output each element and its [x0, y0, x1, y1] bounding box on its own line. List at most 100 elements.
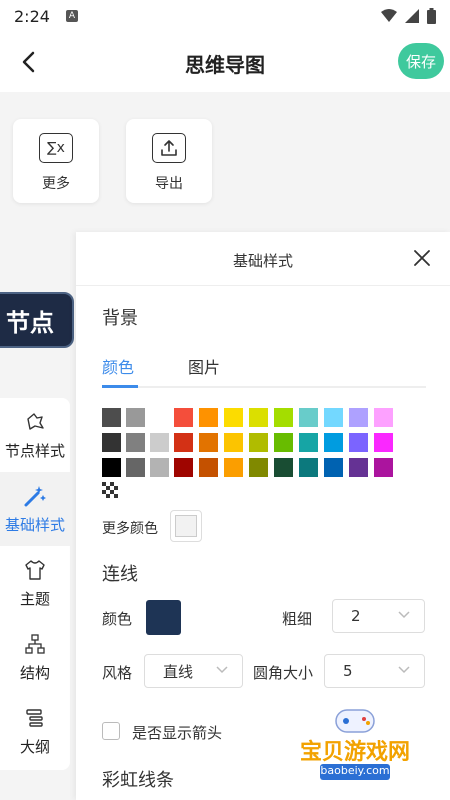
chevron-down-icon — [216, 666, 228, 674]
node-style-icon — [23, 410, 47, 434]
outline-icon — [23, 706, 47, 730]
tab-node-style[interactable]: 节点样式 — [0, 398, 70, 472]
more-color-picker[interactable] — [170, 510, 202, 542]
color-swatch[interactable] — [150, 433, 169, 452]
color-swatch[interactable] — [126, 408, 145, 427]
status-bar: 2:24 A — [0, 0, 450, 32]
color-swatch[interactable] — [150, 408, 169, 427]
line-style-select[interactable]: 直线 — [144, 654, 243, 688]
line-thickness-value: 2 — [351, 607, 361, 625]
color-swatch[interactable] — [249, 408, 268, 427]
tab-underline — [102, 385, 138, 388]
tab-structure-label: 结构 — [19, 663, 50, 682]
corner-radius-select[interactable]: 5 — [324, 654, 425, 688]
shirt-icon — [23, 558, 47, 582]
line-section-title: 连线 — [102, 564, 138, 585]
watermark-url: baobeiy.com — [320, 764, 390, 780]
gamepad-logo-icon — [335, 709, 375, 733]
notification-icon: A — [65, 10, 78, 22]
export-label: 导出 — [155, 176, 183, 192]
color-swatch[interactable] — [174, 458, 193, 477]
rainbow-section-title: 彩虹线条 — [102, 770, 174, 791]
color-swatch[interactable] — [349, 458, 368, 477]
more-color-label: 更多颜色 — [102, 521, 158, 537]
line-thickness-select[interactable]: 2 — [332, 599, 425, 633]
battery-icon — [427, 8, 436, 24]
status-icons — [381, 8, 436, 24]
tab-color[interactable]: 颜色 — [102, 354, 134, 378]
watermark: 宝贝游戏网 baobeiy.com — [280, 700, 430, 790]
color-swatch[interactable] — [199, 408, 218, 427]
color-swatch[interactable] — [274, 408, 293, 427]
color-swatch[interactable] — [224, 433, 243, 452]
line-style-value: 直线 — [163, 662, 194, 681]
tab-basic-style[interactable]: 基础样式 — [0, 472, 70, 546]
corner-radius-label: 圆角大小 — [253, 664, 314, 682]
tab-outline-label: 大纲 — [19, 737, 50, 756]
transparent-swatch-icon[interactable] — [102, 482, 119, 499]
color-swatch[interactable] — [274, 433, 293, 452]
more-button[interactable]: ∑x 更多 — [13, 119, 99, 203]
more-label: 更多 — [42, 176, 70, 192]
chevron-down-icon — [398, 611, 410, 619]
color-swatch[interactable] — [224, 458, 243, 477]
wifi-icon — [381, 9, 397, 22]
line-thickness-label: 粗细 — [282, 610, 313, 628]
color-swatch[interactable] — [224, 408, 243, 427]
background-section-title: 背景 — [102, 308, 138, 329]
color-swatch[interactable] — [102, 433, 121, 452]
show-arrow-label: 是否显示箭头 — [132, 724, 223, 742]
color-swatch[interactable] — [274, 458, 293, 477]
color-swatch[interactable] — [199, 458, 218, 477]
line-color-swatch[interactable] — [146, 600, 181, 635]
side-tab-bar: 节点样式 基础样式 主题 结构 大纲 — [0, 398, 70, 770]
close-icon[interactable] — [412, 248, 432, 268]
color-swatch[interactable] — [324, 408, 343, 427]
panel-header: 基础样式 — [76, 232, 450, 286]
color-swatch[interactable] — [174, 408, 193, 427]
show-arrow-checkbox[interactable] — [102, 722, 120, 740]
save-button[interactable]: 保存 — [398, 43, 444, 79]
color-swatch[interactable] — [102, 408, 121, 427]
structure-icon — [23, 632, 47, 656]
color-swatch[interactable] — [199, 433, 218, 452]
color-swatch[interactable] — [299, 458, 318, 477]
color-swatch[interactable] — [374, 433, 393, 452]
color-swatch[interactable] — [299, 408, 318, 427]
color-swatch[interactable] — [324, 433, 343, 452]
color-swatch[interactable] — [102, 458, 121, 477]
color-swatch[interactable] — [126, 433, 145, 452]
app-header: 思维导图 保存 — [0, 32, 450, 92]
tab-outline[interactable]: 大纲 — [0, 694, 70, 768]
color-swatch[interactable] — [126, 458, 145, 477]
color-swatch[interactable] — [349, 408, 368, 427]
color-swatch[interactable] — [299, 433, 318, 452]
status-time: 2:24 — [14, 6, 50, 26]
tab-structure[interactable]: 结构 — [0, 620, 70, 694]
color-swatch[interactable] — [249, 458, 268, 477]
watermark-text: 宝贝游戏网 — [299, 740, 410, 765]
line-color-label: 颜色 — [102, 610, 133, 628]
tab-theme[interactable]: 主题 — [0, 546, 70, 620]
export-icon — [152, 133, 186, 163]
tab-node-style-label: 节点样式 — [4, 441, 65, 460]
tab-image[interactable]: 图片 — [188, 354, 220, 378]
magic-wand-icon — [23, 484, 47, 508]
color-swatch[interactable] — [374, 458, 393, 477]
sigma-icon: ∑x — [39, 133, 73, 163]
line-style-label: 风格 — [102, 664, 133, 682]
color-swatch[interactable] — [349, 433, 368, 452]
mindmap-node[interactable]: 节点 — [0, 292, 74, 348]
tab-basic-style-label: 基础样式 — [4, 515, 65, 534]
color-swatch[interactable] — [150, 458, 169, 477]
background-tabs: 颜色 图片 — [102, 350, 426, 388]
export-button[interactable]: 导出 — [126, 119, 212, 203]
color-swatch[interactable] — [174, 433, 193, 452]
color-swatch[interactable] — [324, 458, 343, 477]
more-color-preview — [175, 515, 197, 537]
color-swatch[interactable] — [374, 408, 393, 427]
page-title: 思维导图 — [185, 53, 265, 77]
tab-theme-label: 主题 — [19, 589, 50, 608]
color-swatch[interactable] — [249, 433, 268, 452]
signal-icon — [405, 9, 419, 23]
